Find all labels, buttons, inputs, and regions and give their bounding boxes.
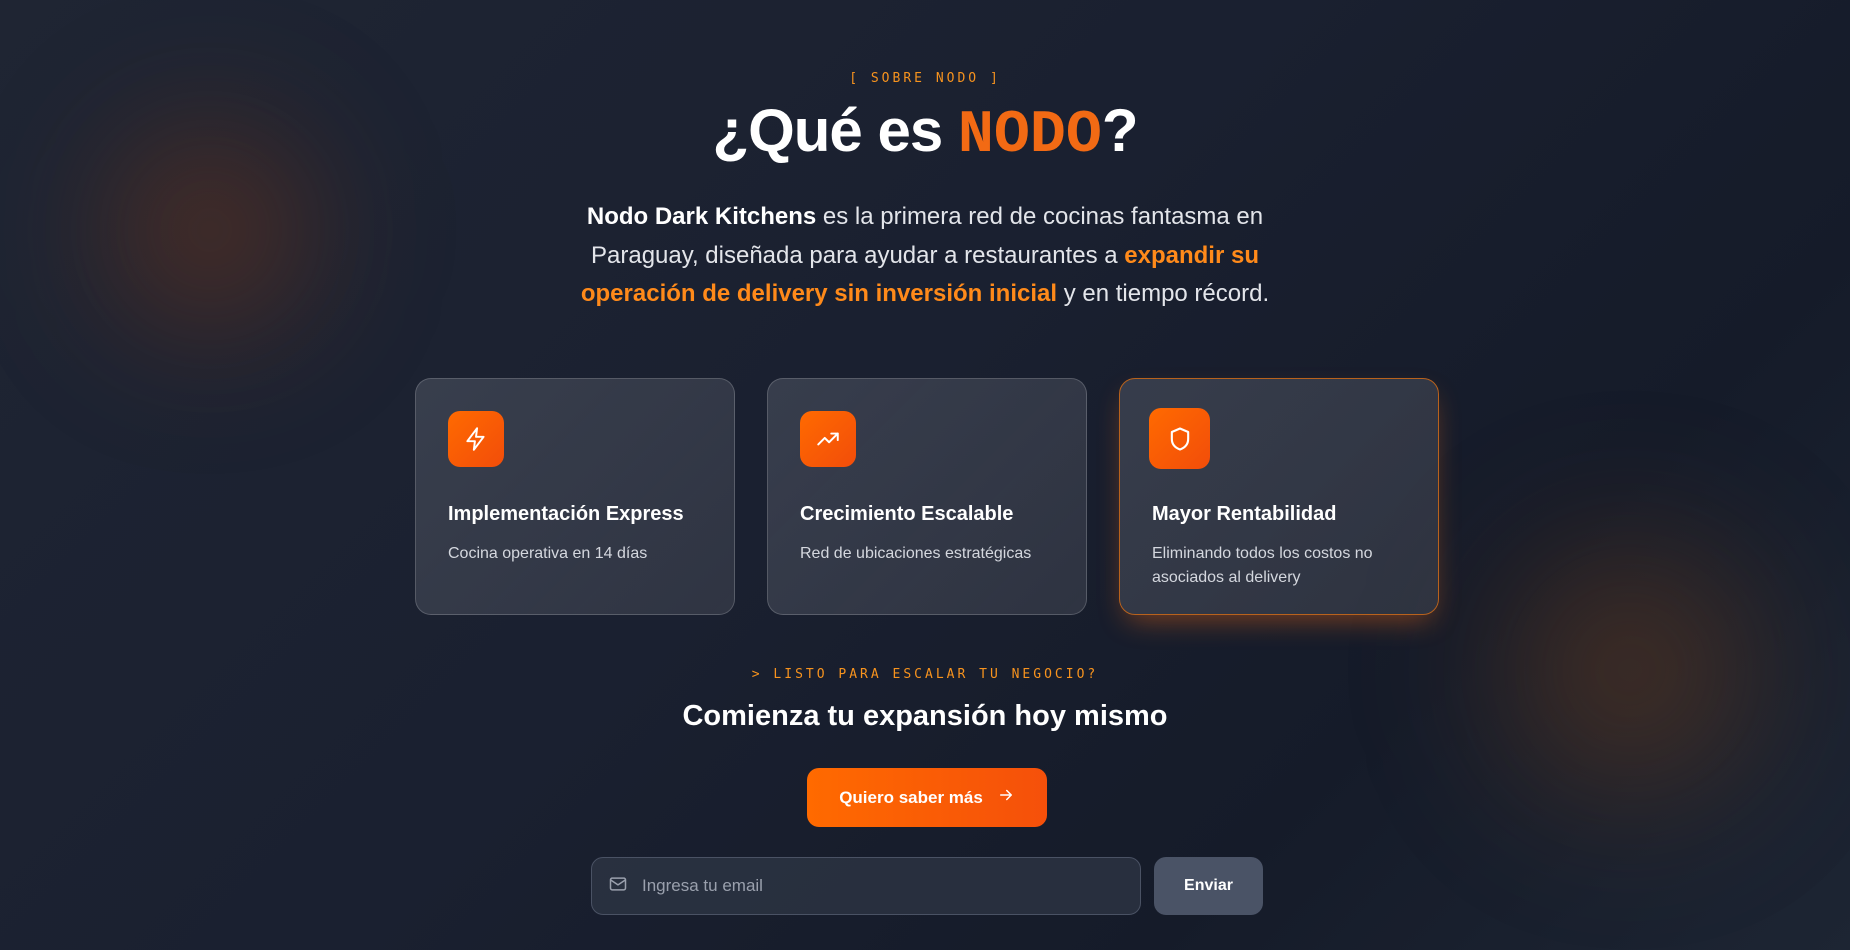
feature-title: Crecimiento Escalable: [800, 503, 1014, 525]
email-field[interactable]: [591, 857, 1141, 915]
lightning-icon: [448, 411, 504, 467]
feature-card-growth: Crecimiento Escalable Red de ubicaciones…: [767, 378, 1087, 615]
feature-card-express: Implementación Express Cocina operativa …: [415, 378, 735, 615]
feature-title: Implementación Express: [448, 503, 684, 525]
feature-desc: Cocina operativa en 14 días: [448, 545, 648, 562]
learn-more-button[interactable]: Quiero saber más: [807, 768, 1047, 827]
intro-text-end: y en tiempo récord.: [1057, 280, 1270, 307]
shield-icon: [1149, 408, 1210, 469]
feature-card-profit: Mayor Rentabilidad Eliminando todos los …: [1119, 378, 1439, 615]
arrow-right-icon: [997, 786, 1015, 809]
section-tag: [ SOBRE NODO ]: [849, 71, 1001, 86]
feature-title: Mayor Rentabilidad: [1152, 503, 1337, 525]
intro-bold: Nodo Dark Kitchens: [586, 203, 817, 230]
feature-desc: Eliminando todos los costos no asociados…: [1152, 545, 1373, 586]
trending-up-icon: [800, 411, 856, 467]
cta-heading: Comienza tu expansión hoy mismo: [682, 700, 1168, 732]
mail-icon: [608, 874, 628, 899]
cta-tag: > LISTO PARA ESCALAR TU NEGOCIO?: [751, 667, 1099, 682]
send-button[interactable]: Enviar: [1154, 857, 1263, 915]
feature-desc: Red de ubicaciones estratégicas: [800, 545, 1032, 562]
title-suffix: ?: [1101, 97, 1139, 164]
page-title: ¿Qué es NODO?: [0, 96, 1850, 170]
title-brand: NODO: [957, 102, 1102, 170]
email-input[interactable]: [642, 876, 1102, 896]
learn-more-label: Quiero saber más: [839, 787, 983, 807]
intro-paragraph: Nodo Dark Kitchens es la primera red de …: [560, 198, 1290, 314]
title-prefix: ¿Qué es: [712, 97, 958, 164]
